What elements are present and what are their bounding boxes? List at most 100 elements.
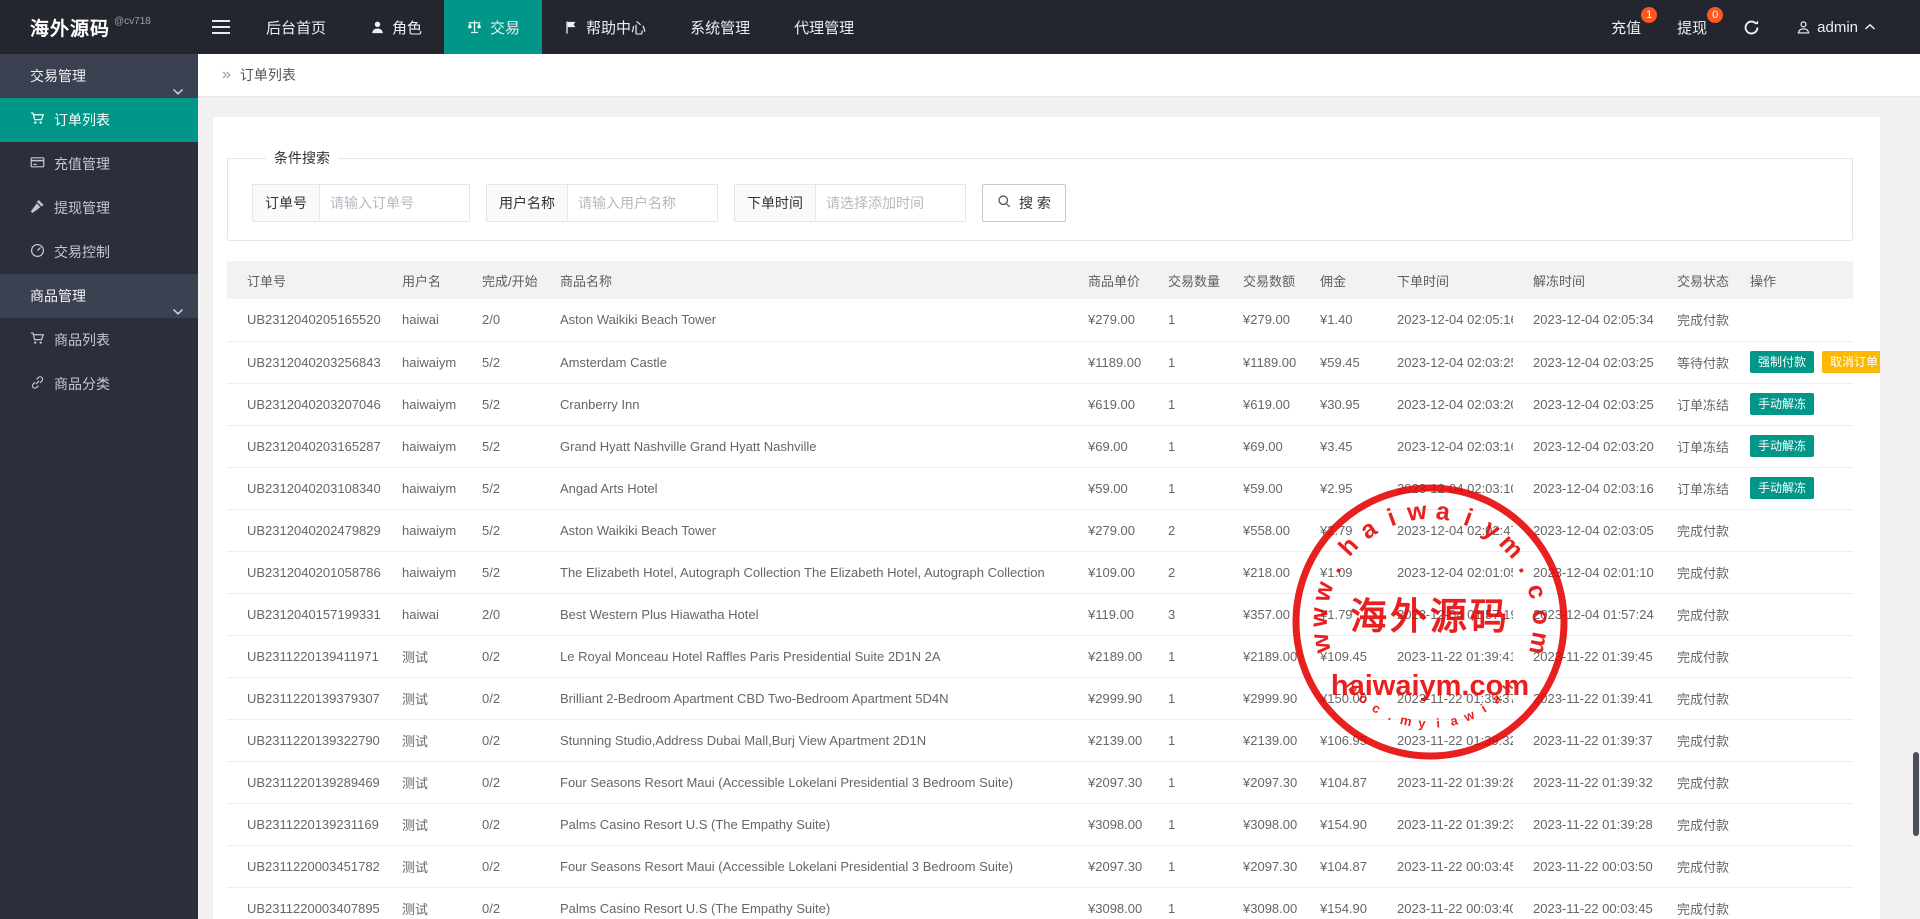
username-input[interactable] xyxy=(568,184,718,222)
cell-product: Grand Hyatt Nashville Grand Hyatt Nashvi… xyxy=(540,425,1068,467)
column-header: 商品单价 xyxy=(1068,261,1148,299)
table-row: UB2311220139289469测试0/2Four Seasons Reso… xyxy=(227,761,1853,803)
search-fieldset: 条件搜索 订单号 用户名称 下单时间 xyxy=(227,148,1853,241)
cell-amount: ¥59.00 xyxy=(1223,467,1300,509)
column-header: 佣金 xyxy=(1300,261,1377,299)
scales-icon xyxy=(466,19,483,35)
sidebar-item-product-category[interactable]: 商品分类 xyxy=(0,362,198,406)
recharge-button[interactable]: 充值 1 xyxy=(1593,0,1659,54)
cell-user: 测试 xyxy=(382,761,462,803)
order-no-input[interactable] xyxy=(320,184,470,222)
nav-item-roles[interactable]: 角色 xyxy=(348,0,444,54)
user-menu[interactable]: admin xyxy=(1778,0,1894,54)
cell-qty: 1 xyxy=(1148,845,1223,887)
cell-qty: 1 xyxy=(1148,887,1223,919)
cell-progress: 0/2 xyxy=(462,677,540,719)
nav-item-trade[interactable]: 交易 xyxy=(444,0,542,54)
sidebar-item-trade-control[interactable]: 交易控制 xyxy=(0,230,198,274)
cell-progress: 2/0 xyxy=(462,299,540,341)
cell-commission: ¥154.90 xyxy=(1300,887,1377,919)
sidebar-item-recharge-management[interactable]: 充值管理 xyxy=(0,142,198,186)
cell-unfreeze_time: 2023-12-04 01:57:24 xyxy=(1513,593,1657,635)
order-time-input[interactable] xyxy=(816,184,966,222)
cell-amount: ¥2139.00 xyxy=(1223,719,1300,761)
cell-order_time: 2023-11-22 01:39:28 xyxy=(1377,761,1513,803)
hamburger-icon[interactable] xyxy=(198,0,244,54)
cell-price: ¥3098.00 xyxy=(1068,803,1148,845)
cell-actions: 手动解冻 xyxy=(1730,467,1853,509)
sidebar-group-label: 商品管理 xyxy=(30,288,86,304)
scrollbar-thumb[interactable] xyxy=(1913,752,1919,836)
flag-icon xyxy=(564,20,579,35)
cell-actions xyxy=(1730,635,1853,677)
table-row: UB2311220139231169测试0/2Palms Casino Reso… xyxy=(227,803,1853,845)
cell-user: 测试 xyxy=(382,635,462,677)
cell-order_time: 2023-12-04 02:02:47 xyxy=(1377,509,1513,551)
cell-price: ¥279.00 xyxy=(1068,509,1148,551)
cell-qty: 1 xyxy=(1148,719,1223,761)
cell-amount: ¥2097.30 xyxy=(1223,845,1300,887)
cell-order_no: UB2312040157199331 xyxy=(227,593,382,635)
nav-item-system[interactable]: 系统管理 xyxy=(668,0,772,54)
cell-order_time: 2023-12-04 02:03:16 xyxy=(1377,425,1513,467)
search-icon xyxy=(997,194,1012,212)
action-button[interactable]: 强制付款 xyxy=(1750,351,1814,373)
hamburger-bars-icon xyxy=(212,20,230,34)
cell-order_time: 2023-12-04 01:57:19 xyxy=(1377,593,1513,635)
cell-progress: 0/2 xyxy=(462,719,540,761)
cell-user: haiwai xyxy=(382,299,462,341)
cell-status: 完成付款 xyxy=(1657,551,1730,593)
cell-commission: ¥2.79 xyxy=(1300,509,1377,551)
nav-item-help[interactable]: 帮助中心 xyxy=(542,0,668,54)
breadcrumb: » 订单列表 xyxy=(198,54,1920,97)
cell-qty: 1 xyxy=(1148,467,1223,509)
action-button[interactable]: 手动解冻 xyxy=(1750,393,1814,415)
cell-order_time: 2023-12-04 02:01:05 xyxy=(1377,551,1513,593)
cell-progress: 2/0 xyxy=(462,593,540,635)
withdraw-button[interactable]: 提现 0 xyxy=(1659,0,1725,54)
nav-item-dashboard[interactable]: 后台首页 xyxy=(244,0,348,54)
cell-actions xyxy=(1730,845,1853,887)
cell-product: Angad Arts Hotel xyxy=(540,467,1068,509)
sidebar-item-product-list[interactable]: 商品列表 xyxy=(0,318,198,362)
cell-amount: ¥1189.00 xyxy=(1223,341,1300,383)
order-no-field-group: 订单号 xyxy=(252,184,470,222)
sidebar-item-label: 交易控制 xyxy=(54,242,110,262)
refresh-button[interactable] xyxy=(1725,0,1778,54)
table-row: UB2312040157199331haiwai2/0Best Western … xyxy=(227,593,1853,635)
cell-price: ¥2097.30 xyxy=(1068,761,1148,803)
cell-progress: 0/2 xyxy=(462,635,540,677)
nav-item-agent[interactable]: 代理管理 xyxy=(772,0,876,54)
cell-order_no: UB2312040205165520 xyxy=(227,299,382,341)
action-button[interactable]: 手动解冻 xyxy=(1750,477,1814,499)
order-no-field-label: 订单号 xyxy=(252,184,320,222)
cell-actions: 手动解冻 xyxy=(1730,425,1853,467)
cell-actions xyxy=(1730,803,1853,845)
cell-price: ¥119.00 xyxy=(1068,593,1148,635)
cell-order_time: 2023-11-22 01:39:32 xyxy=(1377,719,1513,761)
action-button[interactable]: 取消订单 xyxy=(1822,351,1880,373)
sidebar-item-withdraw-management[interactable]: 提现管理 xyxy=(0,186,198,230)
top-navbar: 海外源码 @cv718 后台首页 角色 交易 帮助中心 系统管理 代理管理 充值 xyxy=(0,0,1920,54)
table-row: UB2312040203108340haiwaiym5/2Angad Arts … xyxy=(227,467,1853,509)
sidebar-item-order-list[interactable]: 订单列表 xyxy=(0,98,198,142)
cell-order_no: UB2312040203165287 xyxy=(227,425,382,467)
cell-actions xyxy=(1730,509,1853,551)
action-button[interactable]: 手动解冻 xyxy=(1750,435,1814,457)
content-card: 条件搜索 订单号 用户名称 下单时间 xyxy=(213,117,1880,919)
cell-qty: 1 xyxy=(1148,425,1223,467)
cell-commission: ¥106.95 xyxy=(1300,719,1377,761)
cell-amount: ¥218.00 xyxy=(1223,551,1300,593)
cell-progress: 0/2 xyxy=(462,761,540,803)
search-button[interactable]: 搜 索 xyxy=(982,184,1066,222)
cell-status: 完成付款 xyxy=(1657,677,1730,719)
sidebar-group-trade-management[interactable]: 交易管理 xyxy=(0,54,198,98)
cell-commission: ¥104.87 xyxy=(1300,845,1377,887)
column-header: 下单时间 xyxy=(1377,261,1513,299)
sidebar-group-product-management[interactable]: 商品管理 xyxy=(0,274,198,318)
recharge-badge: 1 xyxy=(1641,7,1657,23)
cell-status: 等待付款 xyxy=(1657,341,1730,383)
sidebar: 交易管理 订单列表 充值管理 提现管理 交易控制 商品管理 商品列表 商品分类 xyxy=(0,54,198,919)
cell-status: 完成付款 xyxy=(1657,887,1730,919)
column-header: 完成/开始 xyxy=(462,261,540,299)
